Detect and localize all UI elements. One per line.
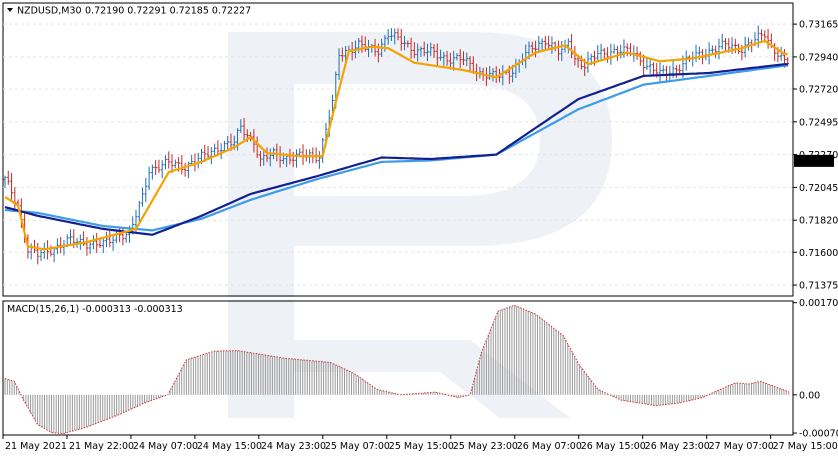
symbol-label: NZDUSD,M30: [17, 6, 82, 17]
time-tick-label: 24 May 07:00: [133, 441, 198, 452]
macd-label: MACD(15,26,1) -0.000313 -0.000313: [7, 304, 183, 315]
macd-tick-label: 0.001709: [799, 298, 838, 309]
price-tick-label: 0.72495: [799, 117, 838, 128]
time-tick-label: 25 May 23:00: [453, 441, 518, 452]
time-tick-label: 27 May 15:00: [773, 441, 838, 452]
price-tick-label: 0.71600: [799, 248, 838, 259]
time-tick-label: 26 May 15:00: [581, 441, 646, 452]
time-tick-label: 25 May 15:00: [389, 441, 454, 452]
price-tick-label: 0.73165: [799, 20, 838, 31]
time-tick-label: 21 May 22:00: [69, 441, 134, 452]
price-tick-label: 0.71375: [799, 281, 838, 292]
chart-header: NZDUSD,M30 0.72190 0.72291 0.72185 0.722…: [7, 6, 251, 17]
price-tick-label: 0.72940: [799, 52, 838, 63]
time-tick-label: 21 May 2021: [5, 441, 67, 452]
macd-tick-label: -0.000709: [799, 429, 838, 440]
time-tick-label: 27 May 07:00: [709, 441, 774, 452]
macd-tick-label: 0.00: [799, 390, 820, 401]
price-tick-label: 0.72045: [799, 183, 838, 194]
time-tick-label: 25 May 07:00: [325, 441, 390, 452]
time-tick-label: 24 May 15:00: [197, 441, 262, 452]
time-tick-label: 26 May 23:00: [645, 441, 710, 452]
current-price-tag: 0.72227: [794, 154, 835, 167]
trading-chart[interactable]: 0.731650.729400.727200.724950.722700.720…: [0, 0, 838, 458]
time-tick-label: 24 May 23:00: [261, 441, 326, 452]
ohlc-values: 0.72190 0.72291 0.72185 0.72227: [85, 6, 251, 17]
price-tick-label: 0.71820: [799, 216, 838, 227]
time-tick-label: 26 May 07:00: [517, 441, 582, 452]
current-price-label: 0.72227: [796, 156, 835, 167]
price-tick-label: 0.72720: [799, 85, 838, 96]
